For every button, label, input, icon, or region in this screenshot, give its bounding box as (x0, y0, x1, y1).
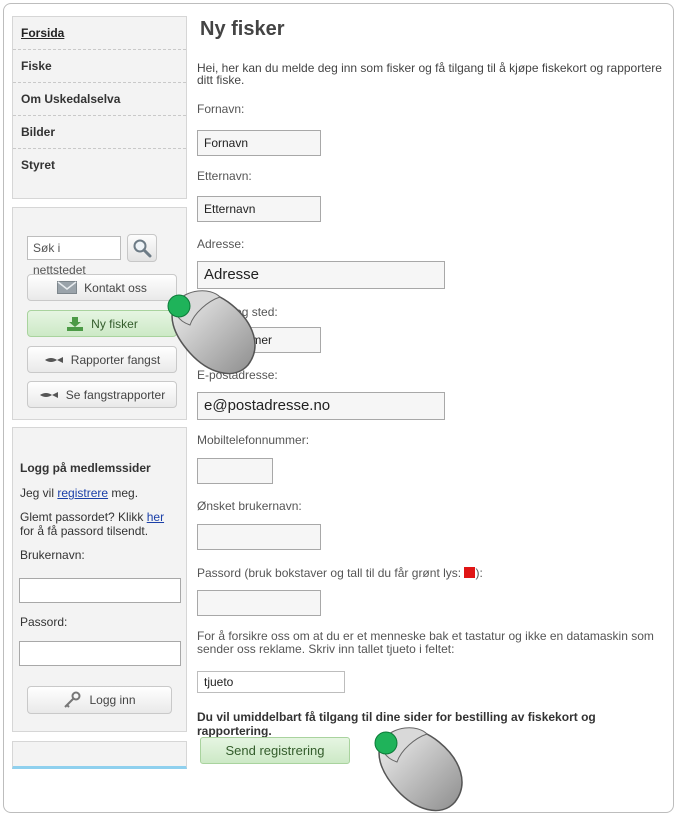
nav-item-fiske[interactable]: Fiske (13, 50, 186, 83)
nav-item-styret[interactable]: Styret (13, 149, 186, 182)
username-label: Brukernavn: (20, 548, 85, 562)
password-rule-label: Passord (bruk bokstaver og tall til du f… (197, 566, 483, 580)
contact-button-label: Kontakt oss (84, 280, 147, 295)
last-name-label: Etternavn: (197, 169, 252, 183)
download-icon (67, 316, 84, 331)
nav-item-om-uskedalselva[interactable]: Om Uskedalselva (13, 83, 186, 116)
search-icon (133, 239, 152, 258)
report-catch-button-label: Rapporter fangst (70, 352, 161, 367)
nav-item-forsida[interactable]: Forsida (13, 17, 186, 50)
captcha-text: For å forsikre oss om at du er et mennes… (197, 629, 654, 656)
username-wish-label: Ønsket brukernavn: (197, 499, 302, 513)
register-link[interactable]: registrere (57, 486, 108, 500)
login-button-label: Logg inn (89, 693, 136, 707)
fish-icon (39, 391, 58, 398)
password-rule-text: Passord (bruk bokstaver og tall til du f… (197, 566, 465, 580)
contact-button[interactable]: Kontakt oss (27, 274, 177, 301)
email-field[interactable]: e@postadresse.no (197, 392, 445, 420)
login-box: Logg på medlemssider Jeg vil registrere … (12, 427, 187, 732)
key-icon (64, 691, 81, 708)
mouse-cursor-icon (167, 290, 256, 375)
mobile-label: Mobiltelefonnummer: (197, 433, 310, 447)
search-button[interactable] (127, 234, 157, 262)
page-frame: Forsida Fiske Om Uskedalselva Bilder Sty… (3, 3, 674, 813)
new-fisher-button-label: Ny fisker (91, 316, 138, 331)
envelope-icon (57, 281, 78, 294)
sidebar-nav: Forsida Fiske Om Uskedalselva Bilder Sty… (12, 16, 187, 199)
first-name-field[interactable]: Fornavn (197, 130, 321, 156)
forgot-text-pre: Glemt passordet? Klikk (20, 510, 147, 524)
mouse-cursor-icon (374, 727, 463, 812)
forgot-text-post: for å få passord tilsendt. (20, 524, 149, 538)
username-input[interactable] (19, 578, 181, 603)
view-reports-button-label: Se fangstrapporter (65, 387, 166, 402)
forgot-text: Glemt passordet? Klikk her for å få pass… (20, 510, 180, 538)
search-row: Søk i nettstedet (27, 234, 157, 277)
fish-icon (44, 356, 63, 363)
first-name-label: Fornavn: (197, 102, 245, 116)
intro-text: Hei, her kan du melde deg inn som fisker… (197, 61, 662, 87)
report-catch-button[interactable]: Rapporter fangst (27, 346, 177, 373)
password-rule-text-end: ): (475, 566, 483, 580)
forgot-password-link[interactable]: her (147, 510, 164, 524)
address-label: Adresse: (197, 237, 245, 251)
password-label: Passord: (20, 615, 68, 629)
password-status-indicator (464, 567, 476, 578)
registration-form: Ny fisker Hei, her kan du melde deg inn … (197, 18, 667, 764)
captcha-field[interactable]: tjueto (197, 671, 345, 693)
username-wish-field[interactable] (197, 524, 321, 550)
nav-item-bilder[interactable]: Bilder (13, 116, 186, 149)
submit-registration-button[interactable]: Send registrering (200, 737, 350, 764)
register-text: Jeg vil registrere meg. (20, 486, 138, 500)
sidebar-tools: Søk i nettstedet Kontakt oss Ny fisker R… (12, 207, 187, 420)
view-reports-button[interactable]: Se fangstrapporter (27, 381, 177, 408)
password-field[interactable] (197, 590, 321, 616)
last-name-field[interactable]: Etternavn (197, 196, 321, 222)
sidebar-bottom-box (12, 741, 187, 769)
mobile-field[interactable] (197, 458, 273, 484)
password-input[interactable] (19, 641, 181, 666)
register-text-pre: Jeg vil (20, 486, 58, 500)
new-fisher-button[interactable]: Ny fisker (27, 310, 177, 337)
login-title: Logg på medlemssider (20, 461, 151, 475)
search-input[interactable]: Søk i nettstedet (27, 236, 121, 277)
address-field[interactable]: Adresse (197, 261, 445, 289)
register-text-post: meg. (108, 486, 139, 500)
login-button[interactable]: Logg inn (27, 686, 172, 714)
page-title: Ny fisker (200, 18, 285, 40)
